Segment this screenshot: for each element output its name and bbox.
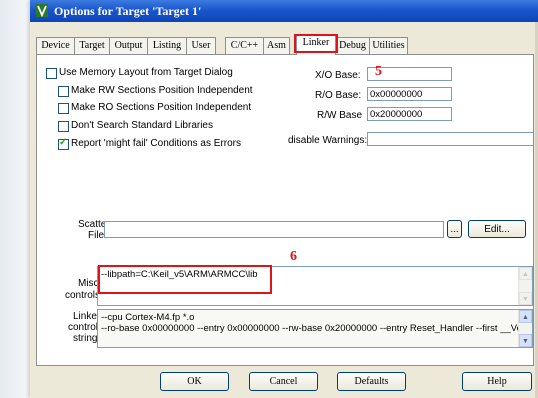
linker-string-label: string <box>73 333 98 344</box>
tab-label: User <box>191 40 211 51</box>
use-memory-layout-label: Use Memory Layout from Target Dialog <box>59 67 233 78</box>
tab-label: Asm <box>267 40 286 51</box>
help-button[interactable]: Help <box>462 372 532 391</box>
scroll-down-icon[interactable]: ▼ <box>519 292 532 305</box>
make-ro-checkbox[interactable] <box>58 103 69 114</box>
scroll-down-icon[interactable]: ▼ <box>519 334 532 347</box>
tab-target[interactable]: Target <box>74 37 110 54</box>
report-might-fail-label: Report 'might fail' Conditions as Errors <box>71 138 241 149</box>
disable-warnings-input[interactable] <box>367 132 533 146</box>
tab-cpp[interactable]: C/C++ <box>225 37 264 54</box>
tab-asm[interactable]: Asm <box>263 37 290 54</box>
annotation-6: 6 <box>290 249 297 264</box>
linker-control-line1: --cpu Cortex-M4.fp *.o <box>101 312 195 323</box>
use-memory-layout-checkbox[interactable] <box>46 68 57 79</box>
scatter-browse-button[interactable]: ... <box>447 220 462 238</box>
rw-base-label: R/W Base <box>317 110 363 121</box>
scatter-file-label: File <box>88 230 105 241</box>
linker-control-label: control <box>68 322 99 333</box>
ro-base-input[interactable]: 0x00000000 <box>367 87 452 101</box>
tab-utilities[interactable]: Utilities <box>369 37 408 54</box>
disable-warnings-label: disable Warnings: <box>288 135 368 146</box>
misc-controls-highlight <box>98 265 272 294</box>
linker-tab-highlight <box>294 34 338 53</box>
scatter-edit-button[interactable]: Edit... <box>468 220 526 238</box>
cancel-button[interactable]: Cancel <box>249 372 318 391</box>
tab-listing[interactable]: Listing <box>147 37 187 54</box>
make-ro-label: Make RO Sections Position Independent <box>71 102 252 113</box>
scatter-file-input[interactable] <box>104 221 444 238</box>
scroll-up-icon[interactable]: ▲ <box>519 310 532 323</box>
dont-search-libs-checkbox[interactable] <box>58 121 69 132</box>
linker-control-scrollbar[interactable]: ▲ ▼ <box>518 310 532 347</box>
dont-search-libs-label: Don't Search Standard Libraries <box>71 120 213 131</box>
annotation-5: 5 <box>375 64 382 79</box>
make-rw-label: Make RW Sections Position Independent <box>71 85 253 96</box>
tab-label: Utilities <box>372 40 405 51</box>
make-rw-checkbox[interactable] <box>58 86 69 97</box>
tab-label: C/C++ <box>230 40 259 51</box>
title-bar[interactable]: Options for Target 'Target 1' <box>30 0 538 22</box>
tab-device[interactable]: Device <box>36 37 75 54</box>
tab-user[interactable]: User <box>186 37 216 54</box>
window-title: Options for Target 'Target 1' <box>54 4 202 18</box>
defaults-button[interactable]: Defaults <box>337 372 406 391</box>
linker-control-line2: --ro-base 0x00000000 --entry 0x00000000 … <box>101 323 533 334</box>
tab-label: Listing <box>152 40 182 51</box>
report-might-fail-checkbox[interactable] <box>58 137 69 150</box>
rw-base-input[interactable]: 0x20000000 <box>367 107 452 121</box>
tab-label: Output <box>114 40 143 51</box>
tab-output[interactable]: Output <box>109 37 148 54</box>
xo-base-label: X/O Base: <box>315 70 361 81</box>
tab-label: Debug <box>339 40 366 51</box>
tab-label: Target <box>79 40 105 51</box>
misc-label: Misc <box>78 278 99 289</box>
ro-base-label: R/O Base: <box>315 90 362 101</box>
ok-button[interactable]: OK <box>160 372 229 391</box>
misc-controls-label: controls <box>65 290 101 301</box>
linker-panel: Use Memory Layout from Target Dialog Mak… <box>36 54 534 366</box>
scroll-up-icon[interactable]: ▲ <box>519 267 532 280</box>
tab-linker[interactable]: Linker <box>294 34 338 55</box>
misc-controls-scrollbar[interactable]: ▲ ▼ <box>518 267 532 305</box>
linker-control-string: --cpu Cortex-M4.fp *.o --ro-base 0x00000… <box>97 309 533 348</box>
tab-label: Device <box>41 40 70 51</box>
keil-app-icon <box>36 4 48 17</box>
tab-debug[interactable]: Debug <box>335 37 370 54</box>
options-dialog: Options for Target 'Target 1' Device Tar… <box>30 0 538 398</box>
